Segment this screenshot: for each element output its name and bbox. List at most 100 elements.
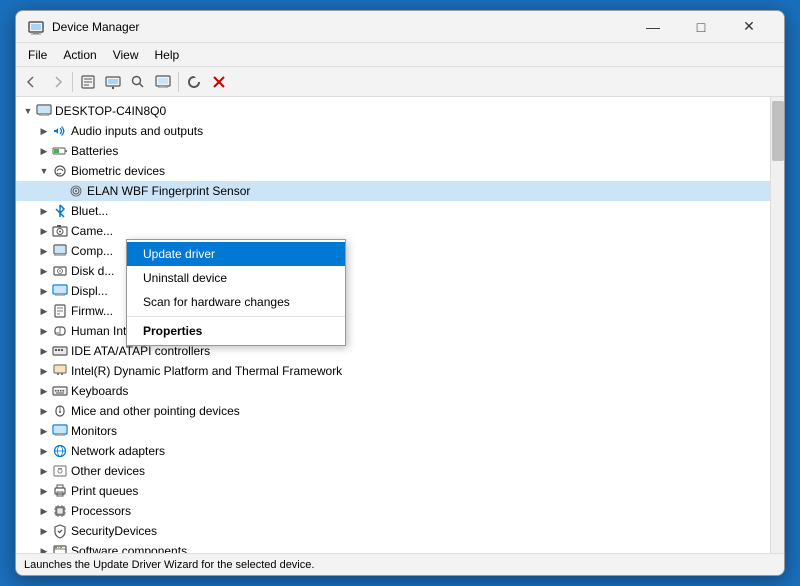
tree-item-audio[interactable]: ▶ Audio inputs and outputs	[16, 121, 770, 141]
search-button[interactable]	[126, 70, 150, 94]
menu-view[interactable]: View	[105, 46, 147, 64]
camera-icon	[52, 223, 68, 239]
keyboards-label: Keyboards	[71, 384, 128, 398]
expand-icon-disk: ▶	[36, 263, 52, 279]
monitor-icon	[52, 423, 68, 439]
toolbar-separator-2	[178, 72, 179, 92]
tree-item-network[interactable]: ▶ Network adapters	[16, 441, 770, 461]
menu-bar: File Action View Help	[16, 43, 784, 67]
ctx-uninstall[interactable]: Uninstall device	[127, 266, 345, 290]
device-manager-window: Device Manager — □ ✕ File Action View He…	[15, 10, 785, 576]
tree-item-sw-components[interactable]: ▶ Software components	[16, 541, 770, 553]
menu-file[interactable]: File	[20, 46, 55, 64]
ctx-scan[interactable]: Scan for hardware changes	[127, 290, 345, 314]
tree-item-mice[interactable]: ▶ Mice and other pointing devices	[16, 401, 770, 421]
back-button[interactable]	[20, 70, 44, 94]
expand-icon-cameras: ▶	[36, 223, 52, 239]
expand-icon-mice: ▶	[36, 403, 52, 419]
expand-icon-fingerprint	[52, 183, 68, 199]
print-label: Print queues	[71, 484, 138, 498]
title-bar: Device Manager — □ ✕	[16, 11, 784, 43]
display-icon	[52, 283, 68, 299]
mice-label: Mice and other pointing devices	[71, 404, 240, 418]
sw-components-icon	[52, 543, 68, 553]
expand-icon-ide: ▶	[36, 343, 52, 359]
root-label: DESKTOP-C4IN8Q0	[55, 104, 166, 118]
ctx-update-driver[interactable]: Update driver	[127, 242, 345, 266]
ctx-properties[interactable]: Properties	[127, 319, 345, 343]
disk-label: Disk d...	[71, 264, 114, 278]
tree-item-cameras[interactable]: ▶ Came...	[16, 221, 770, 241]
fingerprint-label: ELAN WBF Fingerprint Sensor	[87, 184, 250, 198]
window-title: Device Manager	[52, 20, 630, 34]
keyboard-icon	[52, 383, 68, 399]
toolbar	[16, 67, 784, 97]
window-controls: — □ ✕	[630, 11, 772, 43]
tree-item-monitors[interactable]: ▶ Monitors	[16, 421, 770, 441]
expand-icon-processors: ▶	[36, 503, 52, 519]
tree-item-bluetooth[interactable]: ▶ Bluet...	[16, 201, 770, 221]
status-text: Launches the Update Driver Wizard for th…	[24, 559, 314, 571]
expand-icon-keyboards: ▶	[36, 383, 52, 399]
audio-icon	[52, 123, 68, 139]
tree-item-biometric[interactable]: ▼ Biometric devices	[16, 161, 770, 181]
minimize-button[interactable]: —	[630, 11, 676, 43]
expand-icon-print: ▶	[36, 483, 52, 499]
tree-item-keyboards[interactable]: ▶ Keyboards	[16, 381, 770, 401]
computer-icon	[36, 103, 52, 119]
expand-icon-hid: ▶	[36, 323, 52, 339]
comp-icon	[52, 243, 68, 259]
expand-icon-display: ▶	[36, 283, 52, 299]
expand-icon-sw-components: ▶	[36, 543, 52, 553]
comp-label: Comp...	[71, 244, 113, 258]
scrollbar-thumb[interactable]	[772, 101, 784, 161]
maximize-button[interactable]: □	[678, 11, 724, 43]
tree-item-security[interactable]: ▶ SecurityDevices	[16, 521, 770, 541]
tree-item-print[interactable]: ▶ Print queues	[16, 481, 770, 501]
menu-action[interactable]: Action	[55, 46, 104, 64]
thermal-label: Intel(R) Dynamic Platform and Thermal Fr…	[71, 364, 342, 378]
security-label: SecurityDevices	[71, 524, 157, 538]
tree-item-processors[interactable]: ▶ Processors	[16, 501, 770, 521]
processor-icon	[52, 503, 68, 519]
expand-icon-security: ▶	[36, 523, 52, 539]
vertical-scrollbar[interactable]	[770, 97, 784, 553]
expand-icon-thermal: ▶	[36, 363, 52, 379]
tree-item-fingerprint[interactable]: ELAN WBF Fingerprint Sensor	[16, 181, 770, 201]
close-button[interactable]: ✕	[726, 11, 772, 43]
display-button[interactable]	[151, 70, 175, 94]
biometric-label: Biometric devices	[71, 164, 165, 178]
audio-label: Audio inputs and outputs	[71, 124, 203, 138]
fingerprint-icon	[68, 183, 84, 199]
expand-icon-root: ▼	[20, 103, 36, 119]
expand-icon-monitors: ▶	[36, 423, 52, 439]
properties-button[interactable]	[76, 70, 100, 94]
scan-button[interactable]	[182, 70, 206, 94]
expand-icon-batteries: ▶	[36, 143, 52, 159]
tree-root[interactable]: ▼ DESKTOP-C4IN8Q0	[16, 101, 770, 121]
expand-icon-firmware: ▶	[36, 303, 52, 319]
tree-item-batteries[interactable]: ▶ Batteries	[16, 141, 770, 161]
update-driver-button[interactable]	[101, 70, 125, 94]
expand-icon-network: ▶	[36, 443, 52, 459]
batteries-label: Batteries	[71, 144, 118, 158]
battery-icon	[52, 143, 68, 159]
menu-help[interactable]: Help	[147, 46, 188, 64]
mouse-icon	[52, 403, 68, 419]
print-icon	[52, 483, 68, 499]
ide-label: IDE ATA/ATAPI controllers	[71, 344, 210, 358]
other-icon	[52, 463, 68, 479]
content-area: ▼ DESKTOP-C4IN8Q0 ▶	[16, 97, 784, 553]
monitors-label: Monitors	[71, 424, 117, 438]
tree-item-other[interactable]: ▶ Other devices	[16, 461, 770, 481]
bluetooth-label: Bluet...	[71, 204, 108, 218]
disk-icon	[52, 263, 68, 279]
network-icon	[52, 443, 68, 459]
tree-item-thermal[interactable]: ▶ Intel(R) Dynamic Platform and Thermal …	[16, 361, 770, 381]
remove-button[interactable]	[207, 70, 231, 94]
forward-button[interactable]	[45, 70, 69, 94]
other-label: Other devices	[71, 464, 145, 478]
sw-components-label: Software components	[71, 544, 187, 553]
bluetooth-icon	[52, 203, 68, 219]
expand-icon-biometric: ▼	[36, 163, 52, 179]
